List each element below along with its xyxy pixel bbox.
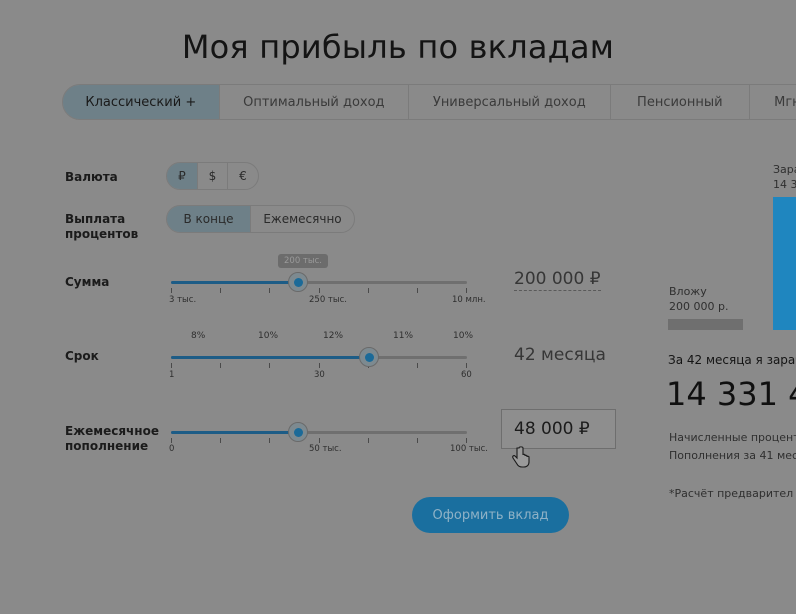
amount-tick-min: 3 тыс. bbox=[169, 295, 197, 305]
topup-tick-min: 0 bbox=[169, 444, 175, 454]
amount-tooltip: 200 тыс. bbox=[278, 254, 328, 268]
payout-monthly-option[interactable]: Ежемесячно bbox=[251, 206, 354, 232]
tab-pension[interactable]: Пенсионный bbox=[611, 85, 751, 119]
payout-label: Выплата процентов bbox=[65, 212, 138, 242]
term-rate-4: 11% bbox=[393, 331, 414, 341]
earned-label-line1: Зара bbox=[773, 163, 796, 176]
term-rate-5: 10% bbox=[453, 331, 474, 341]
term-value: 42 месяца bbox=[514, 345, 606, 365]
tab-optimal[interactable]: Оптимальный доход bbox=[220, 85, 410, 119]
term-rate-1: 8% bbox=[191, 331, 206, 341]
topup-input[interactable]: 48 000 ₽ bbox=[501, 409, 616, 449]
topup-slider-thumb[interactable] bbox=[288, 422, 309, 442]
submit-deposit-button[interactable]: Оформить вклад bbox=[412, 497, 569, 533]
amount-slider-fill bbox=[171, 281, 299, 284]
earned-bar bbox=[773, 197, 796, 330]
term-slider[interactable] bbox=[171, 347, 467, 368]
term-rate-2: 10% bbox=[258, 331, 279, 341]
result-summary: За 42 месяца я зарабо bbox=[668, 353, 796, 367]
invested-bar bbox=[668, 319, 743, 330]
amount-slider[interactable] bbox=[171, 272, 467, 293]
amount-tick-mid: 250 тыс. bbox=[309, 295, 347, 305]
term-slider-fill bbox=[171, 356, 370, 359]
amount-tick-max: 10 млн. bbox=[452, 295, 486, 305]
hand-cursor-icon bbox=[512, 446, 530, 468]
payout-label-line1: Выплата bbox=[65, 212, 126, 226]
topup-label-line1: Ежемесячное bbox=[65, 424, 159, 438]
payout-switch: В конце Ежемесячно bbox=[166, 205, 355, 233]
term-slider-thumb[interactable] bbox=[359, 347, 380, 367]
term-label: Срок bbox=[65, 349, 99, 363]
currency-switch: ₽ $ € bbox=[166, 162, 259, 190]
product-tabs: Классический + Оптимальный доход Универс… bbox=[62, 84, 796, 120]
topup-label: Ежемесячное пополнение bbox=[65, 424, 159, 454]
page-title: Моя прибыль по вкладам bbox=[181, 28, 615, 66]
accrued-interest: Начисленные процент bbox=[669, 431, 796, 444]
tab-classic[interactable]: Классический + bbox=[63, 85, 220, 119]
term-tick-min: 1 bbox=[169, 370, 175, 380]
topup-label-line2: пополнение bbox=[65, 439, 149, 453]
currency-rub-option[interactable]: ₽ bbox=[167, 163, 198, 189]
topup-slider-fill bbox=[171, 431, 299, 434]
result-big-value: 14 331 4 bbox=[666, 375, 796, 413]
tab-universal[interactable]: Универсальный доход bbox=[409, 85, 611, 119]
currency-usd-option[interactable]: $ bbox=[198, 163, 228, 189]
currency-label: Валюта bbox=[65, 170, 118, 184]
currency-eur-option[interactable]: € bbox=[228, 163, 258, 189]
amount-label: Сумма bbox=[65, 275, 110, 289]
amount-slider-thumb[interactable] bbox=[288, 272, 309, 292]
invested-value: 200 000 р. bbox=[669, 300, 729, 313]
topup-input-value: 48 000 ₽ bbox=[514, 419, 590, 439]
term-tick-max: 60 bbox=[461, 370, 472, 380]
tab-instant[interactable]: Мгн bbox=[750, 85, 796, 119]
calculation-note: *Расчёт предварител bbox=[669, 487, 794, 500]
topups-total: Пополнения за 41 мес bbox=[669, 449, 796, 462]
term-tick-mid: 30 bbox=[314, 370, 325, 380]
topup-tick-max: 100 тыс. bbox=[450, 444, 488, 454]
topup-slider[interactable] bbox=[171, 422, 467, 443]
invested-label: Вложу 200 000 р. bbox=[669, 284, 728, 314]
invested-label-text: Вложу bbox=[669, 285, 707, 298]
earned-label: Зара 14 3 bbox=[773, 162, 796, 192]
earned-label-line2: 14 3 bbox=[773, 178, 796, 191]
payout-label-line2: процентов bbox=[65, 227, 139, 241]
amount-value[interactable]: 200 000 ₽ bbox=[514, 269, 601, 291]
topup-tick-mid: 50 тыс. bbox=[309, 444, 342, 454]
term-rate-3: 12% bbox=[323, 331, 344, 341]
payout-end-option[interactable]: В конце bbox=[167, 206, 251, 232]
